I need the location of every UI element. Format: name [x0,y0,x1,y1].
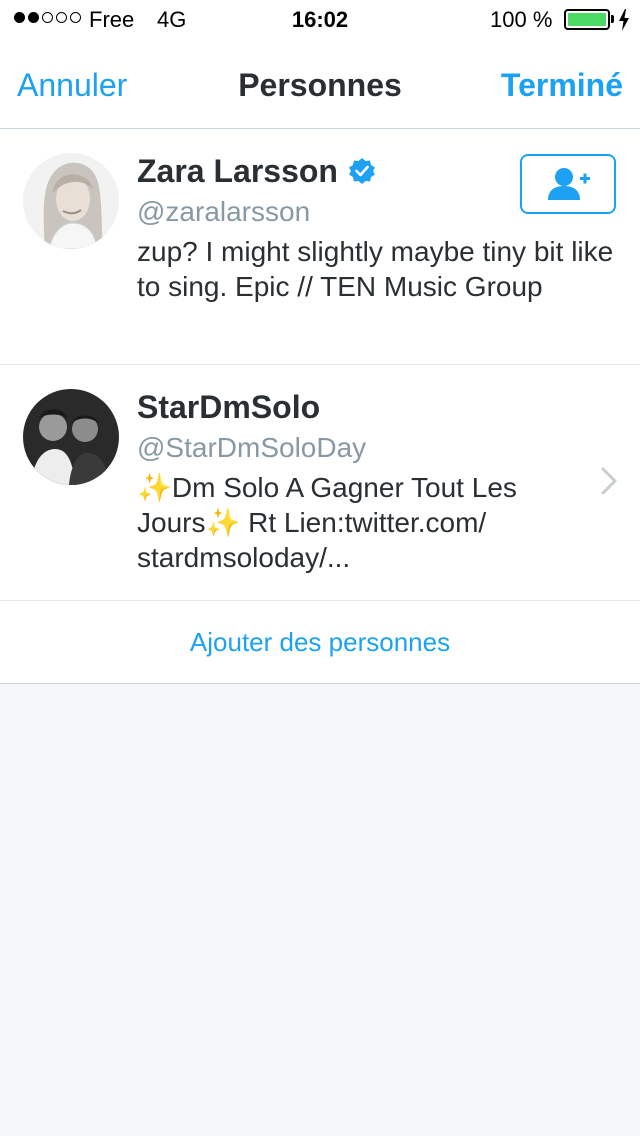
cancel-button[interactable]: Annuler [17,67,127,104]
chevron-right-icon[interactable] [600,466,618,496]
person-row-zara-larsson[interactable]: Zara Larsson @zaralarsson zup? I might s… [0,129,640,365]
done-button[interactable]: Terminé [501,67,623,104]
avatar-zara-larsson[interactable] [23,153,119,249]
add-people-button[interactable]: Ajouter des personnes [0,601,640,684]
battery-tip [611,15,614,23]
signal-strength-icon [14,12,81,23]
battery-icon [564,9,610,30]
charging-bolt-icon [619,9,629,31]
person-name: Zara Larsson [137,152,338,189]
battery-percent: 100 % [490,7,553,32]
carrier-name: Free [89,7,135,32]
person-info: StarDmSolo @StarDmSoloDay ✨Dm Solo A Gag… [137,385,587,575]
status-bar: Free 4G 16:02 100 % [0,0,640,40]
navigation-bar: Annuler Personnes Terminé [0,40,640,128]
network-type: 4G [157,7,187,32]
avatar-stardmsolo[interactable] [23,389,119,485]
verified-badge-icon [348,158,375,184]
person-bio: ✨Dm Solo A Gagner Tout Les Jours✨ Rt Lie… [137,472,517,573]
follow-button[interactable] [520,154,616,214]
person-handle: @StarDmSoloDay [137,432,367,463]
add-user-icon [548,168,590,200]
person-bio: zup? I might slightly maybe tiny bit lik… [137,236,614,302]
person-row-stardmsolo[interactable]: StarDmSolo @StarDmSoloDay ✨Dm Solo A Gag… [0,365,640,601]
people-list: Zara Larsson @zaralarsson zup? I might s… [0,129,640,684]
name-line: StarDmSolo [137,385,587,429]
person-name: StarDmSolo [137,388,321,425]
